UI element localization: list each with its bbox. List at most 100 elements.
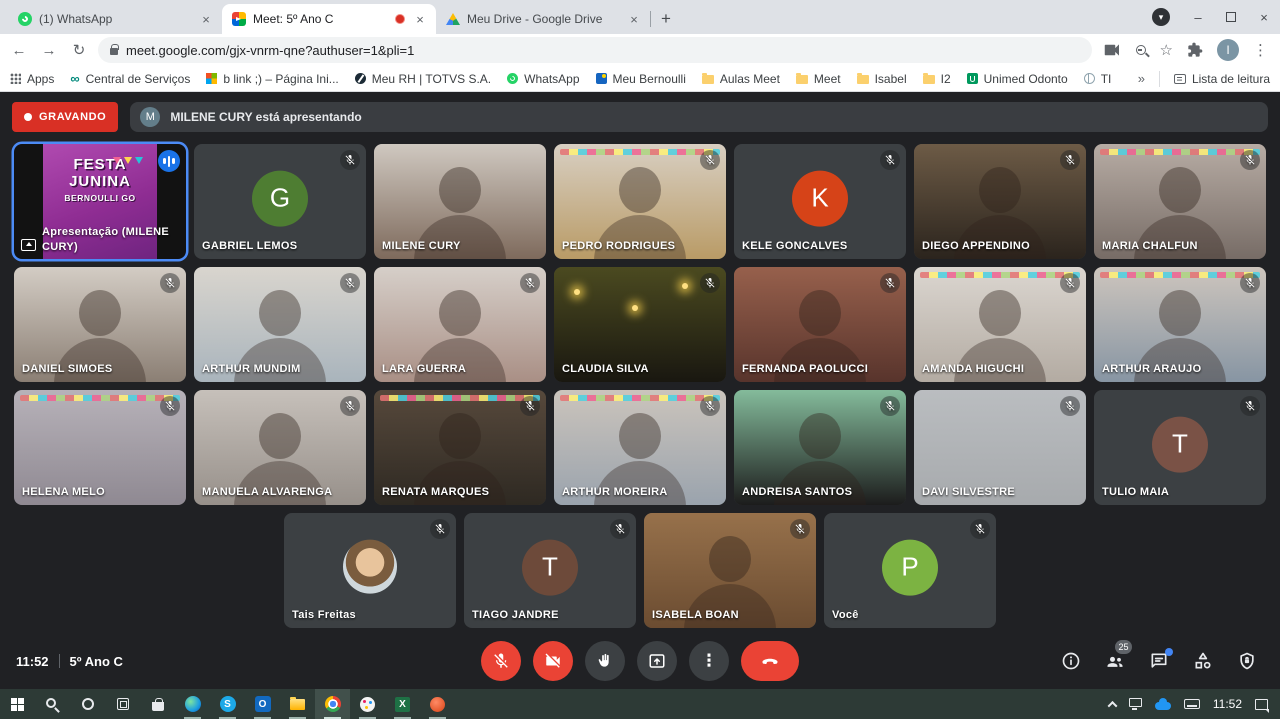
leave-call-button[interactable]: [741, 641, 799, 681]
bookmark-item[interactable]: TI: [1084, 72, 1112, 86]
presentation-tile[interactable]: FESTAJUNINABERNOULLI GOApresentação (MIL…: [14, 144, 186, 259]
bookmarks-overflow-chevron[interactable]: »: [1138, 71, 1145, 86]
task-view-icon[interactable]: [105, 689, 140, 719]
bookmark-item[interactable]: Unimed Odonto: [967, 72, 1068, 86]
participant-tile[interactable]: DAVI SILVESTRE: [914, 390, 1086, 505]
participant-tile[interactable]: TTULIO MAIA: [1094, 390, 1266, 505]
participant-tile[interactable]: MILENE CURY: [374, 144, 546, 259]
start-button[interactable]: [0, 689, 35, 719]
person-silhouette: [619, 167, 661, 213]
hand-icon: [596, 652, 614, 670]
participant-tile[interactable]: ARTHUR ARAUJO: [1094, 267, 1266, 382]
bookmark-item[interactable]: WhatsApp: [507, 72, 579, 86]
profile-avatar[interactable]: I: [1217, 39, 1239, 61]
tray-chevron-up-icon[interactable]: [1109, 701, 1116, 708]
participant-tile[interactable]: MANUELA ALVARENGA: [194, 390, 366, 505]
chat-button[interactable]: [1148, 650, 1170, 672]
chrome-icon[interactable]: [315, 689, 350, 719]
bookmark-item[interactable]: I2: [923, 72, 951, 86]
tab-drive[interactable]: Meu Drive - Google Drive ×: [436, 4, 650, 34]
bookmark-item[interactable]: Isabel: [857, 72, 907, 86]
raise-hand-button[interactable]: [585, 641, 625, 681]
bookmark-label: TI: [1101, 72, 1112, 86]
action-center-icon[interactable]: [1255, 699, 1268, 710]
close-button[interactable]: ×: [1254, 10, 1274, 25]
participant-tile[interactable]: LARA GUERRA: [374, 267, 546, 382]
participant-avatar: K: [792, 170, 848, 226]
participant-tile[interactable]: Tais Freitas: [284, 513, 456, 628]
back-button[interactable]: ←: [8, 42, 30, 59]
activities-icon: [1193, 651, 1213, 671]
tab-close-icon[interactable]: ×: [412, 12, 428, 27]
meet-bottom-bar: 11:52 5º Ano C ⋮: [0, 633, 1280, 689]
excel-icon[interactable]: X: [385, 689, 420, 719]
participant-tile[interactable]: AMANDA HIGUCHI: [914, 267, 1086, 382]
present-screen-button[interactable]: [637, 641, 677, 681]
address-bar[interactable]: meet.google.com/gjx-vnrm-qne?authuser=1&…: [98, 37, 1092, 63]
bookmark-item[interactable]: Aulas Meet: [702, 72, 780, 86]
tab-title: Meu Drive - Google Drive: [467, 12, 619, 26]
forward-button[interactable]: →: [38, 42, 60, 59]
reload-button[interactable]: ↻: [68, 41, 90, 59]
participant-tile[interactable]: TTIAGO JANDRE: [464, 513, 636, 628]
participant-tile[interactable]: CLAUDIA SILVA: [554, 267, 726, 382]
camera-off-button[interactable]: [533, 641, 573, 681]
extensions-puzzle-icon[interactable]: [1187, 42, 1203, 58]
participants-button[interactable]: 25: [1104, 650, 1126, 672]
participant-tile[interactable]: ISABELA BOAN: [644, 513, 816, 628]
bookmark-item[interactable]: Apps: [10, 72, 54, 86]
participant-tile[interactable]: MARIA CHALFUN: [1094, 144, 1266, 259]
tab-meet[interactable]: Meet: 5º Ano C ×: [222, 4, 436, 34]
bookmark-star-icon[interactable]: ☆: [1160, 41, 1173, 59]
activities-button[interactable]: [1192, 650, 1214, 672]
paint-icon[interactable]: [350, 689, 385, 719]
restore-button[interactable]: [1226, 12, 1236, 22]
minimize-button[interactable]: –: [1188, 10, 1208, 25]
tab-search-button[interactable]: ▾: [1152, 8, 1170, 26]
search-icon[interactable]: [35, 689, 70, 719]
tab-close-icon[interactable]: ×: [198, 12, 214, 27]
tile-row: FESTAJUNINABERNOULLI GOApresentação (MIL…: [14, 144, 1266, 259]
host-controls-button[interactable]: [1236, 650, 1258, 672]
participant-tile[interactable]: DANIEL SIMOES: [14, 267, 186, 382]
edge-icon[interactable]: [175, 689, 210, 719]
browser-menu-icon[interactable]: ⋮: [1253, 41, 1268, 59]
cortana-icon[interactable]: [70, 689, 105, 719]
participant-tile[interactable]: FERNANDA PAOLUCCI: [734, 267, 906, 382]
participant-tile[interactable]: KKELE GONCALVES: [734, 144, 906, 259]
participant-tile[interactable]: ARTHUR MUNDIM: [194, 267, 366, 382]
bookmark-item[interactable]: ∞Central de Serviços: [70, 72, 190, 86]
person-silhouette: [259, 290, 301, 336]
zoom-out-icon[interactable]: [1136, 45, 1146, 55]
taskbar-clock[interactable]: 11:52: [1213, 697, 1242, 711]
network-icon[interactable]: [1129, 698, 1142, 710]
red-app-icon[interactable]: [420, 689, 455, 719]
mic-off-button[interactable]: [481, 641, 521, 681]
participant-tile[interactable]: HELENA MELO: [14, 390, 186, 505]
participant-tile[interactable]: PEDRO RODRIGUES: [554, 144, 726, 259]
tab-close-icon[interactable]: ×: [626, 12, 642, 27]
participant-tile[interactable]: ANDREISA SANTOS: [734, 390, 906, 505]
bookmark-label: WhatsApp: [524, 72, 579, 86]
camera-in-use-icon[interactable]: [1104, 43, 1122, 57]
participant-tile[interactable]: RENATA MARQUES: [374, 390, 546, 505]
bookmark-item[interactable]: Meu Bernoulli: [596, 72, 686, 86]
more-options-button[interactable]: ⋮: [689, 641, 729, 681]
tab-whatsapp[interactable]: (1) WhatsApp ×: [8, 4, 222, 34]
store-icon[interactable]: [140, 689, 175, 719]
touch-keyboard-icon[interactable]: [1184, 699, 1200, 709]
meeting-details-button[interactable]: [1060, 650, 1082, 672]
participant-tile[interactable]: DIEGO APPENDINO: [914, 144, 1086, 259]
participant-tile[interactable]: ARTHUR MOREIRA: [554, 390, 726, 505]
bookmark-item[interactable]: Meet: [796, 72, 841, 86]
bookmark-item[interactable]: b link ;) – Página Ini...: [206, 72, 338, 86]
participant-tile[interactable]: PVocê: [824, 513, 996, 628]
outlook-icon[interactable]: O: [245, 689, 280, 719]
onedrive-cloud-icon[interactable]: [1155, 698, 1171, 710]
new-tab-button[interactable]: +: [661, 9, 671, 29]
participant-tile[interactable]: GGABRIEL LEMOS: [194, 144, 366, 259]
skype-icon[interactable]: S: [210, 689, 245, 719]
file-explorer-icon[interactable]: [280, 689, 315, 719]
reading-list-button[interactable]: Lista de leitura: [1174, 72, 1270, 86]
bookmark-item[interactable]: Meu RH | TOTVS S.A.: [355, 72, 491, 86]
